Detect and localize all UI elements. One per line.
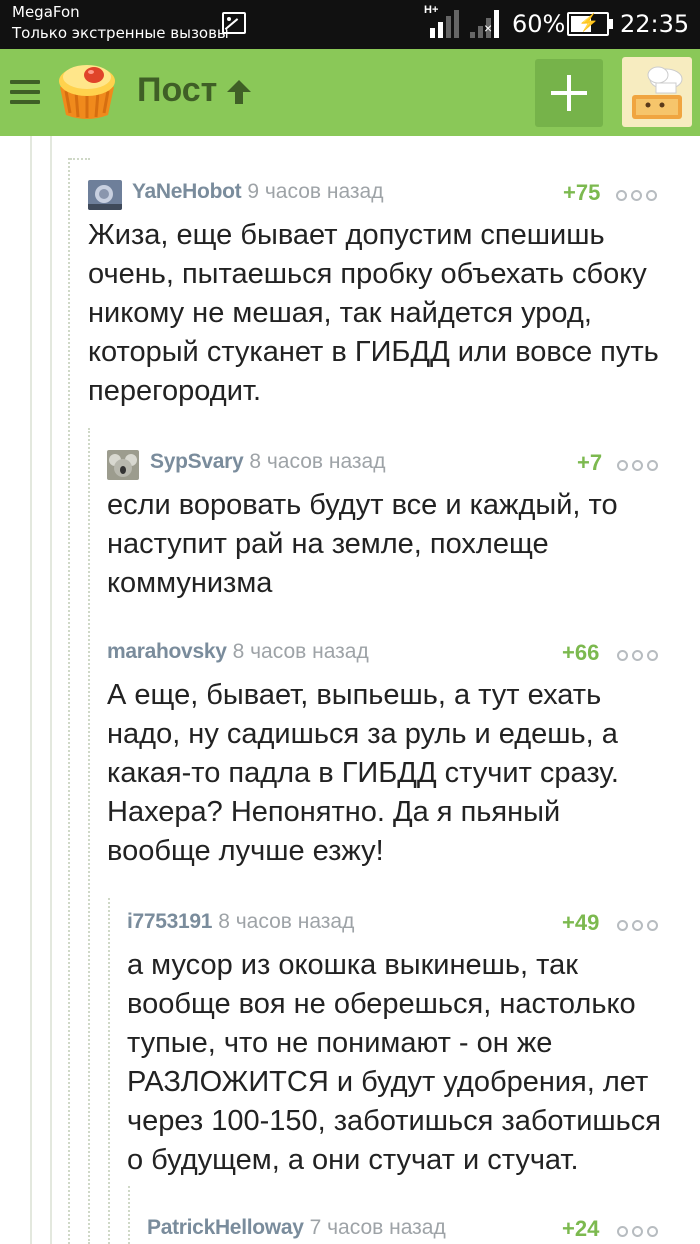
battery-nub xyxy=(609,19,613,29)
clock: 22:35 xyxy=(620,10,690,38)
emergency-calls-label: Только экстренные вызовы xyxy=(12,24,229,42)
comment-time: 8 часов назад xyxy=(249,450,386,473)
comment-text: а мусор из окошка выкинешь, так вообще в… xyxy=(127,949,661,1176)
comment-author[interactable]: marahovsky 8 часов назад xyxy=(107,640,369,664)
comment-time: 8 часов назад xyxy=(232,640,369,663)
charging-icon: ⚡ xyxy=(578,13,600,32)
comment-time: 8 часов назад xyxy=(218,910,355,933)
comment-text: если воровать будут все и каждый, то нас… xyxy=(107,489,618,599)
arrow-up-icon[interactable] xyxy=(224,77,254,107)
status-bar: MegaFon Только экстренные вызовы H+ × 60… xyxy=(0,0,700,49)
page-title: Пост xyxy=(137,71,218,109)
thread-connector xyxy=(70,158,90,160)
thread-line xyxy=(108,898,110,1244)
app-header: Пост xyxy=(0,49,700,136)
more-options-icon[interactable] xyxy=(617,460,659,472)
comment-time: 7 часов назад xyxy=(309,1216,446,1239)
more-options-icon[interactable] xyxy=(617,1226,659,1238)
comment-rating: +7 xyxy=(577,450,603,475)
comment-rating: +66 xyxy=(562,640,600,665)
signal-icon xyxy=(430,8,470,38)
user-avatar[interactable] xyxy=(622,57,692,127)
more-options-icon[interactable] xyxy=(617,650,659,662)
comment-avatar[interactable] xyxy=(88,180,122,210)
comment-author[interactable]: i7753191 8 часов назад xyxy=(127,910,354,934)
comment-author[interactable]: SypSvary 8 часов назад xyxy=(150,450,386,474)
comment-avatar[interactable] xyxy=(107,450,139,480)
comment: YaNeHobot 9 часов назад +75 Жиза, еще быв… xyxy=(88,180,688,411)
thread-line xyxy=(50,136,52,1244)
thread-line xyxy=(88,428,90,1244)
comment-time: 9 часов назад xyxy=(247,180,384,203)
no-signal-icon: × xyxy=(484,20,493,36)
thread-line xyxy=(128,1186,130,1244)
comment-rating: +24 xyxy=(562,1216,600,1241)
more-options-icon[interactable] xyxy=(617,920,659,932)
comment-author[interactable]: PatrickHelloway 7 часов назад xyxy=(147,1216,446,1240)
carrier-name: MegaFon xyxy=(12,3,80,21)
comments-feed[interactable]: YaNeHobot 9 часов назад +75 Жиза, еще быв… xyxy=(0,136,700,1244)
battery-percent: 60% xyxy=(512,10,566,38)
comment: PatrickHelloway 7 часов назад +24 xyxy=(147,1216,677,1244)
pikabu-logo[interactable] xyxy=(54,61,120,123)
more-options-icon[interactable] xyxy=(616,190,658,202)
comment-text: Жиза, еще бывает допустим спешишь очень,… xyxy=(88,219,659,407)
comment-rating: +75 xyxy=(563,180,601,205)
comment: i7753191 8 часов назад +49 а мусор из око… xyxy=(127,910,677,1180)
screenshot-icon xyxy=(222,12,246,34)
thread-line xyxy=(30,136,32,1244)
comment-text: А еще, бывает, выпьешь, а тут ехать надо… xyxy=(107,679,619,867)
add-post-button[interactable] xyxy=(535,59,603,127)
comment-author[interactable]: YaNeHobot 9 часов назад xyxy=(132,180,383,204)
comment-rating: +49 xyxy=(562,910,600,935)
menu-icon[interactable] xyxy=(10,80,40,104)
thread-line xyxy=(68,158,70,1244)
comment: marahovsky 8 часов назад +66 А еще, бывае… xyxy=(107,640,659,871)
comment: SypSvary 8 часов назад +7 если воровать б… xyxy=(107,450,659,603)
